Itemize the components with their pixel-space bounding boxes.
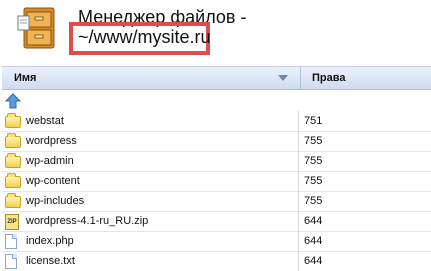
name-cell: ZIP wordpress-4.1-ru_RU.zip	[2, 211, 299, 231]
name-cell: license.txt	[2, 251, 299, 271]
name-cell: wp-admin	[2, 151, 299, 171]
table-row[interactable]: index.php 644	[2, 231, 431, 252]
file-icon	[5, 254, 21, 269]
up-arrow-icon[interactable]	[5, 93, 21, 109]
file-name[interactable]: license.txt	[26, 255, 75, 267]
parent-dir-row[interactable]	[2, 90, 431, 110]
table-row[interactable]: webstat 751	[2, 111, 431, 132]
current-path: ~/www/mysite.ru	[78, 27, 211, 47]
folder-icon	[5, 193, 21, 208]
file-rights: 755	[304, 175, 323, 187]
name-cell: wp-includes	[2, 191, 299, 211]
file-cabinet-icon	[17, 7, 55, 49]
folder-icon	[5, 113, 21, 128]
file-icon	[5, 234, 21, 249]
file-rights: 751	[304, 115, 323, 127]
name-cell: index.php	[2, 231, 299, 251]
table-row[interactable]: ZIP wordpress-4.1-ru_RU.zip 644	[2, 211, 431, 232]
name-cell: webstat	[2, 111, 299, 131]
table-row[interactable]: wp-content 755	[2, 171, 431, 192]
table-row[interactable]: wordpress 755	[2, 131, 431, 152]
column-header-name[interactable]: Имя	[14, 72, 36, 84]
file-name[interactable]: webstat	[26, 115, 64, 127]
file-rights: 755	[304, 155, 323, 167]
folder-icon	[5, 173, 21, 188]
file-name[interactable]: index.php	[26, 235, 74, 247]
column-divider	[300, 67, 301, 89]
file-rights: 755	[304, 135, 323, 147]
name-cell: wp-content	[2, 171, 299, 191]
file-name[interactable]: wp-includes	[26, 195, 84, 207]
table-row[interactable]: license.txt 644	[2, 251, 431, 271]
file-name[interactable]: wordpress-4.1-ru_RU.zip	[26, 215, 148, 227]
zip-archive-icon: ZIP	[5, 214, 21, 230]
file-name[interactable]: wp-content	[26, 175, 80, 187]
file-name[interactable]: wordpress	[26, 135, 77, 147]
table-row[interactable]: wp-admin 755	[2, 151, 431, 172]
file-rights: 644	[304, 235, 323, 247]
page-header: Менеджер файлов - ~/www/mysite.ru	[0, 0, 431, 64]
table-row[interactable]: wp-includes 755	[2, 191, 431, 212]
column-header-rights[interactable]: Права	[312, 72, 345, 84]
sort-desc-icon[interactable]	[278, 75, 288, 81]
file-rights: 644	[304, 215, 323, 227]
table-header: Имя Права	[2, 66, 431, 90]
file-rights: 644	[304, 255, 323, 267]
folder-icon	[5, 133, 21, 148]
file-name[interactable]: wp-admin	[26, 155, 74, 167]
folder-icon	[5, 153, 21, 168]
file-rights: 755	[304, 195, 323, 207]
name-cell: wordpress	[2, 131, 299, 151]
